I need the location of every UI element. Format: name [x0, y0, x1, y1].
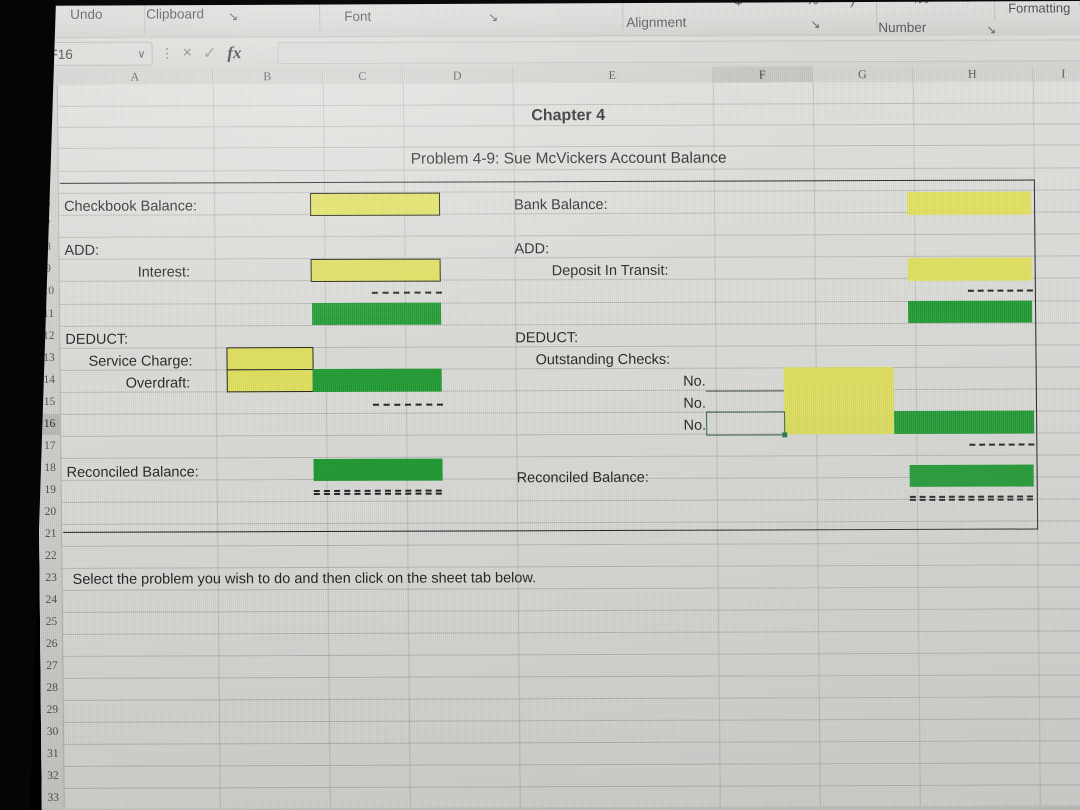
label-deduct-left: DEDUCT:	[65, 331, 129, 348]
input-overdraft[interactable]	[226, 369, 314, 393]
input-service-charge[interactable]	[226, 347, 314, 371]
label-outstanding-checks: Outstanding Checks:	[535, 351, 671, 369]
row-header-24[interactable]: 24	[40, 590, 63, 611]
row-header-21[interactable]: 21	[39, 524, 62, 545]
worksheet-title: Chapter 4	[531, 107, 606, 125]
ribbon-group-alignment[interactable]: Alignment	[626, 15, 686, 30]
number-dialog-launcher-icon[interactable]: ↘	[986, 23, 996, 37]
row-header-25[interactable]: 25	[40, 612, 63, 633]
calc-reconciled-balance-left[interactable]	[313, 458, 443, 482]
column-header-f[interactable]: F	[712, 66, 813, 83]
row-header-26[interactable]: 26	[40, 634, 63, 655]
row-header-33[interactable]: 33	[42, 788, 65, 809]
row-header-23[interactable]: 23	[40, 568, 63, 589]
worksheet-subtitle: Problem 4-9: Sue McVickers Account Balan…	[410, 149, 727, 168]
column-header-d[interactable]: D	[402, 67, 513, 84]
label-service-charge: Service Charge:	[88, 353, 193, 370]
label-checkbook-balance: Checkbook Balance:	[63, 198, 198, 215]
row-header-20[interactable]: 20	[39, 502, 62, 523]
name-box-value: F16	[49, 46, 73, 62]
formula-bar-buttons: × ✓ fx	[174, 41, 274, 65]
label-add-right: ADD:	[514, 241, 550, 258]
calc-subtotal-right-add[interactable]	[907, 300, 1033, 323]
input-outstanding-check-1[interactable]	[783, 366, 894, 391]
column-header-c[interactable]: C	[322, 67, 403, 84]
ribbon-group-undo[interactable]: Undo	[70, 7, 102, 22]
column-header-g[interactable]: G	[812, 65, 913, 83]
ribbon: Undo Clipboard ↘ Font ↘ Alignment ↘ Numb…	[34, 0, 1080, 39]
column-header-b[interactable]: B	[212, 67, 323, 85]
label-interest: Interest:	[137, 264, 191, 281]
column-header-e[interactable]: E	[512, 66, 713, 84]
calc-subtotal-left-add[interactable]	[311, 302, 442, 326]
label-deposit-in-transit: Deposit In Transit:	[551, 262, 669, 280]
label-check-no-1: No.	[683, 373, 706, 390]
label-bank-balance: Bank Balance:	[513, 196, 608, 214]
label-check-no-3: No.	[683, 417, 707, 434]
label-overdraft: Overdraft:	[125, 375, 191, 392]
excel-screen: Undo Clipboard ↘ Font ↘ Alignment ↘ Numb…	[34, 0, 1080, 810]
clipboard-dialog-launcher-icon[interactable]: ↘	[228, 9, 238, 23]
row-header-32[interactable]: 32	[41, 766, 64, 787]
monitor-photo: Undo Clipboard ↘ Font ↘ Alignment ↘ Numb…	[0, 0, 1080, 810]
ribbon-group-clipboard[interactable]: Clipboard	[146, 6, 204, 21]
label-check-no-2: No.	[683, 395, 707, 412]
subtotal-rule-right-add	[967, 289, 1033, 292]
calc-total-outstanding-checks[interactable]	[894, 410, 1035, 434]
name-box[interactable]: F16 ∨	[42, 41, 153, 66]
row-header-31[interactable]: 31	[41, 744, 64, 765]
formula-bar: F16 ∨ ⋮ × ✓ fx	[34, 35, 1080, 69]
ribbon-group-number[interactable]: Number	[878, 20, 926, 35]
font-dialog-launcher-icon[interactable]: ↘	[488, 10, 498, 24]
label-add-left: ADD:	[64, 242, 100, 259]
worksheet-grid: A B C D E F G H I 1 2 3 4 5 6 7 8 9 10	[34, 65, 1080, 809]
total-rule-left	[313, 489, 442, 496]
input-bank-balance[interactable]	[906, 191, 1032, 215]
insert-function-icon[interactable]: fx	[227, 43, 241, 63]
row-header-29[interactable]: 29	[41, 700, 64, 721]
input-outstanding-check-2[interactable]	[783, 388, 895, 413]
label-deduct-right: DEDUCT:	[515, 330, 579, 347]
calc-reconciled-balance-right[interactable]	[909, 464, 1034, 487]
input-deposit-in-transit[interactable]	[907, 257, 1032, 281]
cancel-icon[interactable]: ×	[182, 44, 192, 62]
column-header-a[interactable]: A	[57, 68, 213, 85]
formula-input[interactable]	[277, 39, 1080, 65]
footer-note: Select the problem you wish to do and th…	[72, 570, 537, 588]
calc-total-deductions-left[interactable]	[312, 368, 442, 393]
row-header-22[interactable]: 22	[39, 546, 62, 567]
ribbon-group-font[interactable]: Font	[344, 9, 371, 24]
column-header-h[interactable]: H	[912, 65, 1033, 82]
row-header-19[interactable]: 19	[39, 480, 62, 501]
subtotal-rule-left-deduct	[372, 403, 443, 406]
alignment-dialog-launcher-icon[interactable]: ↘	[810, 17, 820, 31]
column-header-i[interactable]: I	[1032, 65, 1080, 82]
sheet-cells[interactable]: Chapter 4 Problem 4-9: Sue McVickers Acc…	[57, 81, 1080, 809]
row-header-30[interactable]: 30	[41, 722, 64, 743]
subtotal-rule-right-deduct	[969, 443, 1035, 446]
row-header-18[interactable]: 18	[38, 458, 61, 479]
row-header-27[interactable]: 27	[40, 656, 63, 677]
input-interest[interactable]	[310, 258, 441, 283]
name-box-chevron-down-icon[interactable]: ∨	[137, 47, 145, 60]
label-reconciled-balance-left: Reconciled Balance:	[66, 464, 199, 481]
enter-icon[interactable]: ✓	[203, 43, 217, 63]
row-header-28[interactable]: 28	[41, 678, 64, 699]
subtotal-rule-left-add	[371, 291, 442, 294]
conditional-formatting-button[interactable]: Formatting	[1008, 0, 1070, 15]
label-reconciled-balance-right: Reconciled Balance:	[516, 469, 649, 487]
total-rule-right	[909, 495, 1033, 501]
input-outstanding-check-3[interactable]	[784, 410, 895, 435]
formula-bar-menu-icon[interactable]: ⋮	[161, 46, 174, 61]
input-checkbook-balance[interactable]	[309, 192, 441, 217]
active-cell-f16[interactable]	[706, 411, 788, 438]
fill-handle[interactable]	[782, 432, 788, 438]
